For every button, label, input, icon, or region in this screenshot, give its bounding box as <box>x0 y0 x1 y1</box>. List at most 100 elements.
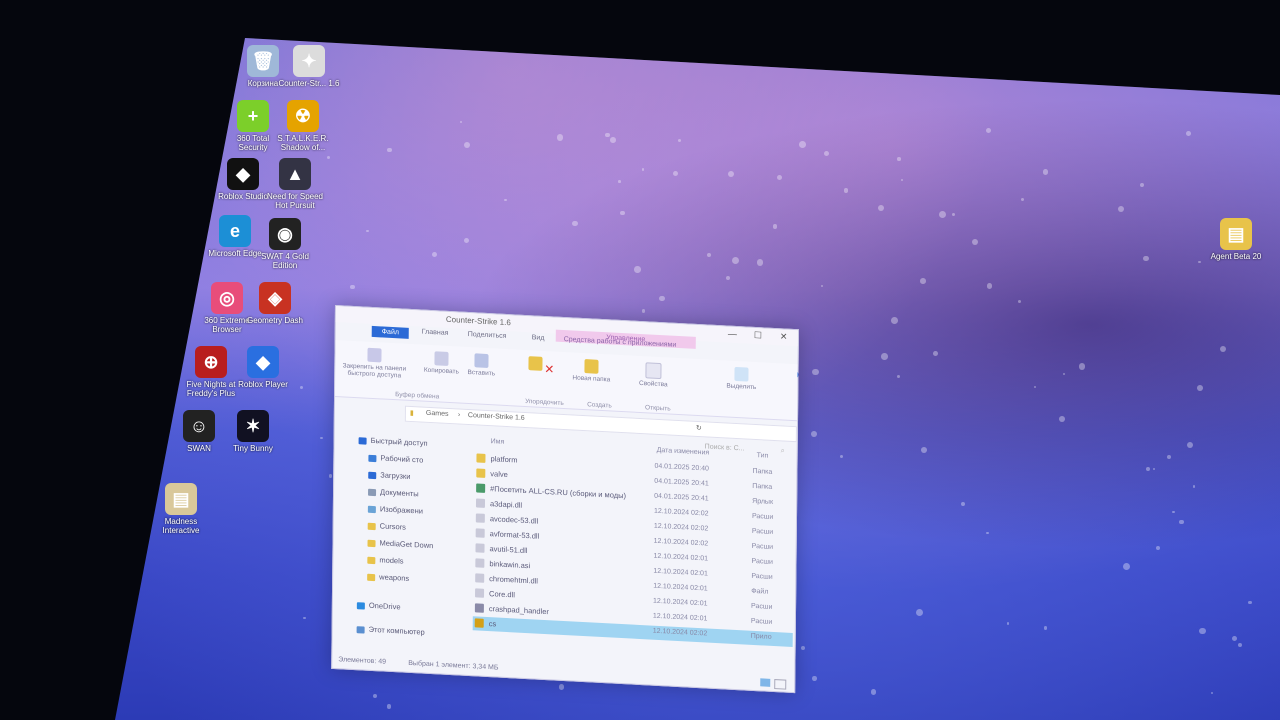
desktop-icon[interactable]: ▲ Need for Speed Hot Pursuit <box>264 158 326 210</box>
desktop-icon-label: SWAT 4 Gold Edition <box>261 252 309 270</box>
desktop-icon-label: SWAN <box>187 444 211 453</box>
file-explorer-window[interactable]: Counter-Strike 1.6 — ☐ ✕ Управление Файл… <box>331 305 799 694</box>
file-name: crashpad_handler <box>488 604 549 617</box>
new-folder-button[interactable]: Новая папка <box>569 358 613 383</box>
raindrop <box>618 180 621 183</box>
file-type: Расши <box>751 542 774 551</box>
minimize-button[interactable]: — <box>728 329 737 339</box>
tab-home[interactable]: Главная <box>422 329 449 337</box>
file-date: 04.01.2025 20:40 <box>654 462 710 473</box>
nav-item[interactable]: models <box>367 555 404 566</box>
tab-share[interactable]: Поделиться <box>468 331 507 340</box>
desktop-icon[interactable]: ▤ Agent Beta 20 <box>1205 218 1267 261</box>
raindrop <box>1248 600 1252 605</box>
raindrop <box>824 151 830 157</box>
browser-icon: ◎ <box>211 282 243 314</box>
raindrop <box>386 704 391 709</box>
nav-item[interactable]: weapons <box>367 572 409 583</box>
nav-item-label: Загрузки <box>380 470 411 481</box>
nav-item-icon <box>367 522 376 530</box>
raindrop <box>558 684 565 690</box>
tab-view[interactable]: Вид <box>532 334 545 342</box>
breadcrumb-counter-strike[interactable]: Counter-Strike 1.6 <box>468 412 525 422</box>
raindrop <box>672 171 678 177</box>
file-icon <box>476 468 486 478</box>
raindrop <box>1139 183 1145 188</box>
raindrop <box>986 283 993 289</box>
organize-buttons[interactable]: ✕ <box>519 356 563 376</box>
nav-item[interactable]: Cursors <box>367 521 406 532</box>
details-view-icon[interactable] <box>760 678 771 687</box>
file-type: Ярлык <box>752 497 774 506</box>
desktop-icon[interactable]: ▤ Madness Interactive <box>150 483 212 535</box>
raindrop <box>1172 510 1175 514</box>
raindrop <box>373 693 378 699</box>
raindrop <box>1179 519 1184 525</box>
nav-item[interactable]: Загрузки <box>368 470 410 481</box>
select-button[interactable]: Выделить <box>719 366 763 391</box>
raindrop <box>620 210 626 216</box>
paste-button[interactable]: Вставить <box>453 352 509 378</box>
properties-icon <box>645 362 662 380</box>
raindrop <box>634 266 641 273</box>
raindrop <box>642 168 645 171</box>
desktop-icon[interactable]: ◆ Roblox Player <box>232 346 294 389</box>
file-type: Папка <box>752 482 773 491</box>
properties-button[interactable]: Свойства <box>631 362 675 389</box>
file-type: Расши <box>751 602 773 611</box>
delete-icon[interactable]: ✕ <box>544 362 554 377</box>
column-name[interactable]: Имя <box>491 438 505 446</box>
raindrop <box>1186 131 1192 137</box>
nav-item[interactable]: Изображени <box>367 504 424 516</box>
tab-file[interactable]: Файл <box>371 325 410 339</box>
desktop-icon[interactable]: ✶ Tiny Bunny <box>222 410 284 453</box>
nav-item[interactable]: MediaGet Down <box>367 538 433 550</box>
file-date: 12.10.2024 02:01 <box>652 612 708 623</box>
raindrop <box>1117 205 1125 213</box>
raindrop <box>985 531 989 535</box>
raindrop <box>1199 627 1206 635</box>
raindrop <box>463 238 469 244</box>
close-button[interactable]: ✕ <box>780 331 788 342</box>
file-icon <box>475 558 485 568</box>
nav-item[interactable]: Рабочий сто <box>368 453 423 465</box>
desktop-icon-label: Tiny Bunny <box>233 444 273 453</box>
column-type[interactable]: Тип <box>757 452 769 460</box>
file-date: 12.10.2024 02:01 <box>653 582 708 593</box>
column-date[interactable]: Дата изменения <box>657 447 710 457</box>
tiles-view-icon[interactable] <box>774 679 787 690</box>
desktop-icon[interactable]: ☺ SWAN <box>168 410 230 453</box>
nav-item[interactable]: Этот компьютер <box>356 624 425 637</box>
nav-item[interactable]: Документы <box>368 487 419 498</box>
desktop-icon[interactable]: ✦ Counter-Str... 1.6 <box>278 45 340 88</box>
maximize-button[interactable]: ☐ <box>754 330 762 341</box>
nav-item[interactable]: Быстрый доступ <box>358 435 428 448</box>
nav-item-icon <box>368 488 377 496</box>
nav-item-label: models <box>379 555 404 566</box>
file-icon <box>475 528 485 538</box>
desktop-icon[interactable]: ☢ S.T.A.L.K.E.R. Shadow of... <box>272 100 334 152</box>
nav-item[interactable]: OneDrive <box>356 600 401 612</box>
pin-quick-access-button[interactable]: Закрепить на панели быстрого доступа <box>339 346 409 380</box>
raindrop <box>812 368 819 376</box>
raindrop <box>1122 563 1130 571</box>
nav-item-label: MediaGet Down <box>379 538 434 551</box>
raindrop <box>387 148 392 153</box>
raindrop <box>1210 692 1214 695</box>
raindrop <box>659 296 665 302</box>
pin-icon <box>367 347 382 363</box>
breadcrumb-games[interactable]: Games <box>426 410 449 418</box>
raindrop <box>726 275 731 281</box>
raindrop <box>1167 455 1172 460</box>
desktop-icon[interactable]: ◈ Geometry Dash <box>244 282 306 325</box>
move-icon <box>528 356 543 371</box>
file-type: Расши <box>751 512 774 521</box>
raindrop <box>350 284 355 290</box>
nav-item-label: Изображени <box>379 504 424 516</box>
refresh-icon[interactable]: ↻ <box>696 424 702 432</box>
folder-icon: ▤ <box>165 483 197 515</box>
desktop-screen: 🗑 Корзина ✦ Counter-Str... 1.6 +360 Total Se… <box>115 38 1280 720</box>
nav-item-label: OneDrive <box>368 600 401 612</box>
desktop-icon[interactable]: ◉ SWAT 4 Gold Edition <box>254 218 316 270</box>
raindrop <box>776 174 782 181</box>
